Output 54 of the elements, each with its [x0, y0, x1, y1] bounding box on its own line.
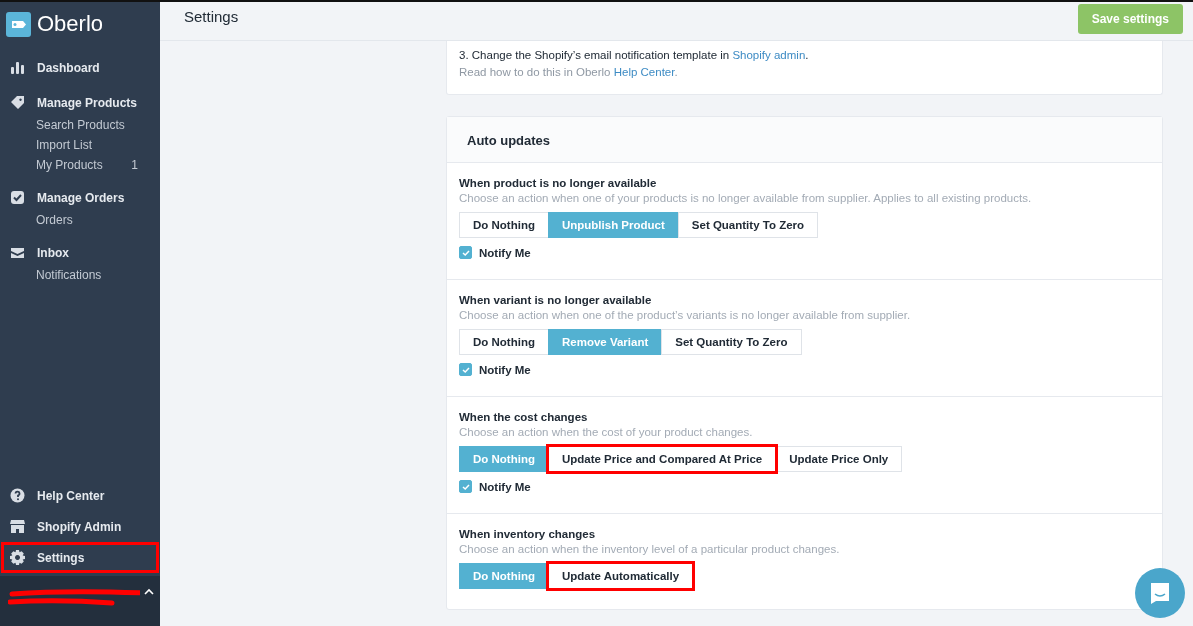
brand-name: Oberlo	[37, 11, 104, 37]
bar-chart-icon	[10, 60, 25, 75]
chat-launcher-button[interactable]	[1135, 568, 1185, 618]
nav-item[interactable]: Help Center	[4, 483, 156, 508]
nav-item[interactable]: Manage Orders	[0, 185, 160, 210]
nav-subitem[interactable]: Orders	[0, 210, 160, 230]
checkbox-label: Notify Me	[479, 480, 531, 493]
section-title: When inventory changes	[459, 528, 597, 540]
section-description: Choose an action when the inventory level of a particular product changes.	[459, 543, 841, 555]
option-button[interactable]: Set Quantity To Zero	[677, 212, 819, 238]
settings-icon	[10, 550, 25, 565]
nav-item[interactable]: Shopify Admin	[4, 514, 156, 539]
section-title: When variant is no longer available	[459, 294, 653, 306]
nav-subitem[interactable]: Search Products	[0, 115, 160, 135]
section-description: Choose an action when one of your products is no longer available from supplier. Applies to all existing products.	[459, 192, 1033, 204]
chat-bubble-icon	[1148, 581, 1172, 605]
page-title: Settings	[184, 8, 239, 25]
help-text: Read how to do this in Oberlo Help Center.	[459, 65, 679, 80]
section-description: Choose an action when one of the product’s variants is no longer available from supplier.	[459, 309, 912, 321]
instruction-text: 3. Change the Shopify’s email notification template in Shopify admin.	[459, 48, 810, 63]
checkbox-icon	[10, 190, 25, 205]
option-button[interactable]: Set Quantity To Zero	[661, 329, 802, 355]
nav-subitem[interactable]: My Products 1	[0, 155, 160, 175]
check-icon	[461, 248, 470, 257]
nav-item[interactable]: Dashboard	[0, 55, 160, 80]
section-description: Choose an action when the cost of your product changes.	[459, 426, 754, 438]
nav-subitem[interactable]: Import List	[0, 135, 160, 155]
checkbox-label: Notify Me	[479, 246, 531, 259]
option-button[interactable]: Update Automatically	[547, 563, 694, 589]
caret-icon[interactable]	[144, 588, 154, 596]
envelope-icon	[10, 245, 25, 260]
section-title: When the cost changes	[459, 411, 589, 423]
help-icon	[10, 488, 25, 503]
nav-item[interactable]: Inbox	[0, 240, 160, 265]
checkbox-label: Notify Me	[479, 363, 531, 376]
checkbox[interactable]	[459, 246, 472, 259]
count: 1	[131, 158, 138, 172]
option-button[interactable]: Do Nothing	[459, 329, 549, 355]
tag-logo-icon	[6, 11, 31, 37]
card-title: Auto updates	[447, 117, 1162, 162]
check-icon	[461, 365, 470, 374]
checkbox[interactable]	[459, 480, 472, 493]
nav-subitem[interactable]: Notifications	[0, 265, 160, 285]
option-button[interactable]: Update Price Only	[775, 446, 903, 472]
checkbox[interactable]	[459, 363, 472, 376]
option-button[interactable]: Do Nothing	[459, 212, 549, 238]
tag-icon	[10, 95, 25, 110]
nav-item[interactable]: Manage Products	[0, 90, 160, 115]
check-icon	[461, 482, 470, 491]
option-button[interactable]: Update Price and Compared At Price	[547, 446, 777, 472]
nav-item[interactable]: Settings	[4, 545, 156, 570]
section-title: When product is no longer available	[459, 177, 658, 189]
storefront-icon	[10, 519, 25, 534]
help-center-link[interactable]: Help Center	[613, 66, 675, 78]
